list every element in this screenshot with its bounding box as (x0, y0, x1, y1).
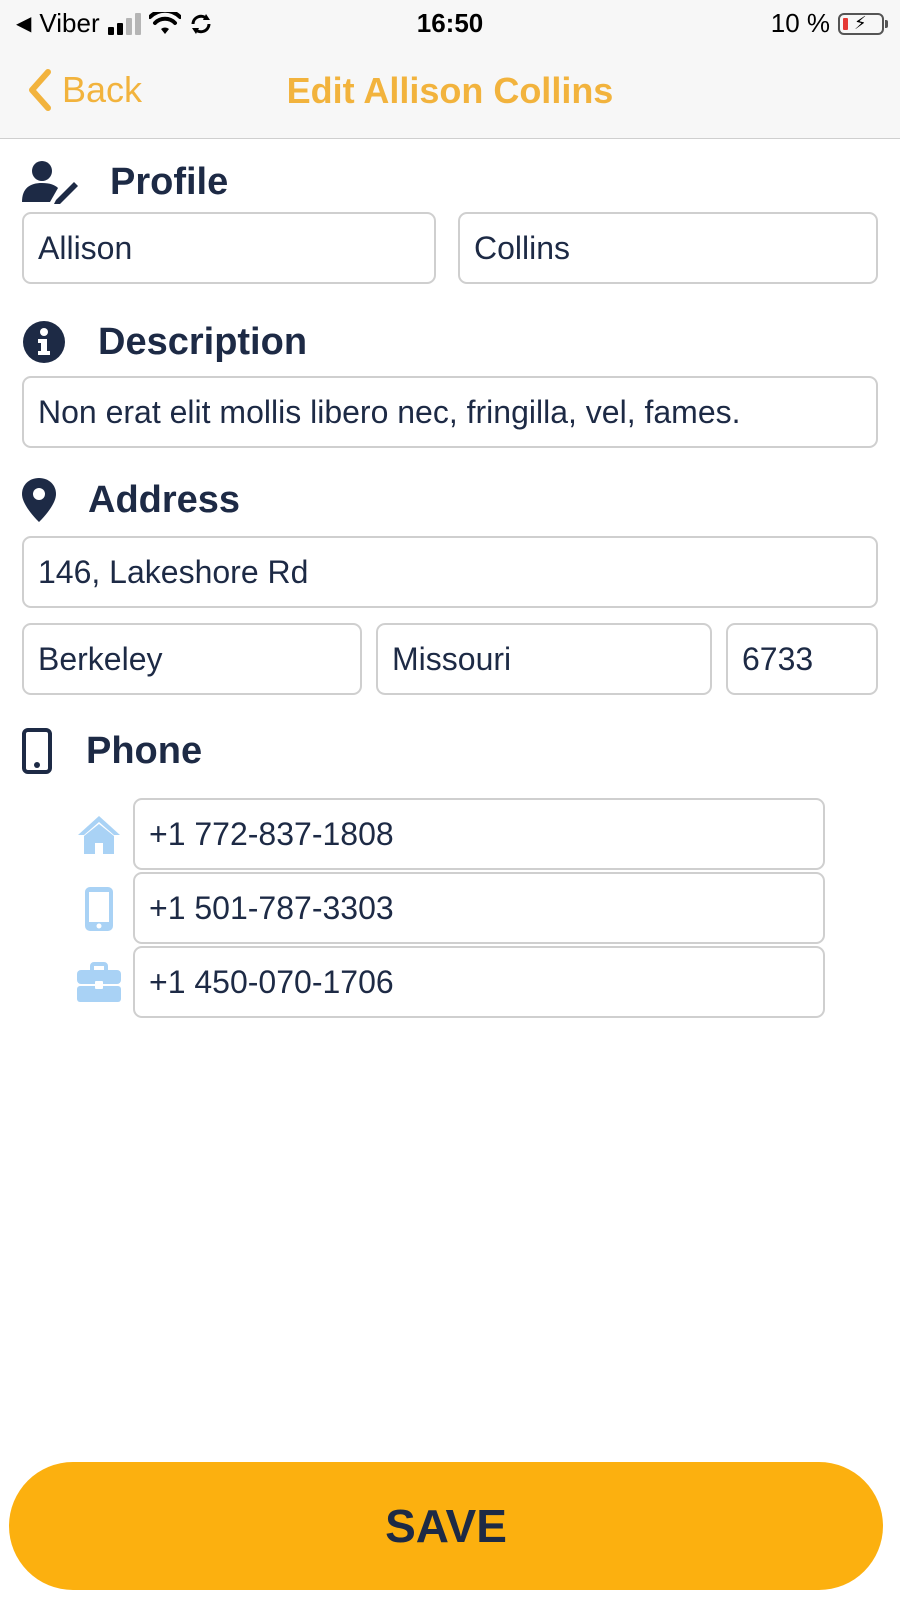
description-heading-row: Description (22, 320, 307, 364)
phone-heading-row: Phone (22, 728, 202, 774)
info-icon (23, 321, 65, 363)
description-input[interactable] (22, 376, 878, 448)
address-heading: Address (88, 478, 241, 521)
mobile-icon (85, 887, 113, 931)
mobile-phone-input[interactable] (133, 872, 825, 944)
home-icon (78, 816, 120, 854)
briefcase-icon (77, 962, 121, 1002)
state-input[interactable] (376, 623, 712, 695)
profile-heading: Profile (110, 160, 229, 203)
home-phone-input[interactable] (133, 798, 825, 870)
work-phone-input[interactable] (133, 946, 825, 1018)
description-heading: Description (98, 320, 308, 363)
street-input[interactable] (22, 536, 878, 608)
map-pin-icon (22, 478, 56, 522)
profile-heading-row: Profile (22, 160, 228, 204)
battery-charging-icon: ⚡ (838, 12, 888, 35)
navigation-bar: Back Edit Allison Collins (0, 46, 900, 139)
mobile-phone-icon (22, 728, 52, 774)
zip-input[interactable] (726, 623, 878, 695)
status-time: 16:50 (416, 8, 484, 38)
city-input[interactable] (22, 623, 362, 695)
address-heading-row: Address (22, 478, 240, 522)
first-name-input[interactable] (22, 212, 436, 284)
last-name-input[interactable] (458, 212, 878, 284)
status-bar: ◀ Viber 16:50 10 % ⚡ (0, 0, 900, 46)
battery-percent: 10 % (770, 8, 830, 38)
page-title: Edit Allison Collins (286, 70, 614, 111)
phone-heading: Phone (86, 729, 203, 772)
status-right: 10 % ⚡ (770, 8, 888, 39)
user-edit-icon (22, 161, 78, 204)
save-button[interactable]: SAVE (9, 1462, 883, 1590)
